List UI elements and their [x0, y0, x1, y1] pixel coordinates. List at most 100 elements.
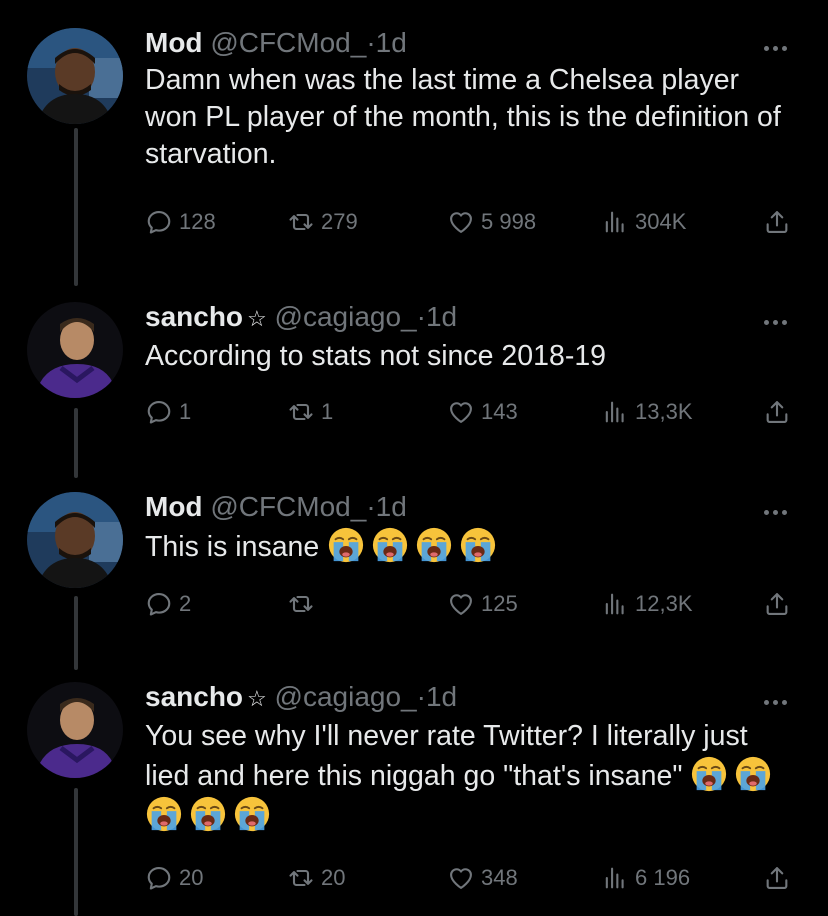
retweet-icon: [287, 208, 315, 236]
reply-count: 1: [179, 399, 192, 424]
like-icon: [447, 864, 475, 892]
reply-icon: [145, 864, 173, 892]
display-name[interactable]: sancho: [145, 681, 243, 712]
tweet-text: This is insane: [145, 531, 320, 563]
separator-dot: ·: [366, 491, 376, 522]
user-handle[interactable]: @CFCMod_: [210, 491, 366, 522]
retweet-button[interactable]: 279: [287, 208, 358, 236]
star-icon: ☆: [247, 686, 267, 711]
like-button[interactable]: 5 998: [447, 208, 536, 236]
tweet-header: sancho ☆ @cagiago_·1d: [145, 300, 788, 336]
user-handle[interactable]: @cagiago_: [275, 301, 417, 332]
retweet-icon: [287, 398, 315, 426]
views-icon: [601, 590, 629, 618]
share-icon: [763, 864, 791, 892]
like-count: 125: [481, 591, 518, 616]
reply-count: 20: [179, 865, 204, 890]
like-count: 348: [481, 865, 518, 890]
share-button[interactable]: [763, 864, 797, 892]
loudly-crying-face-icon: [371, 526, 409, 564]
separator-dot: ·: [416, 681, 426, 712]
avatar[interactable]: [27, 302, 123, 398]
avatar[interactable]: [27, 28, 123, 124]
share-button[interactable]: [763, 590, 797, 618]
tweet-text-container: This is insane: [145, 526, 788, 566]
loudly-crying-face-icon: [734, 755, 772, 793]
timestamp[interactable]: 1d: [376, 491, 407, 522]
like-button[interactable]: 125: [447, 590, 518, 618]
tweet-text-container: You see why I'll never rate Twitter? I l…: [145, 718, 788, 835]
retweet-button[interactable]: [287, 590, 321, 618]
more-icon[interactable]: [764, 38, 794, 51]
display-name[interactable]: Mod: [145, 491, 203, 522]
like-count: 5 998: [481, 209, 537, 234]
share-button[interactable]: [763, 208, 797, 236]
loudly-crying-face-icon: [189, 795, 227, 833]
separator-dot: ·: [366, 27, 376, 58]
tweet-text: You see why I'll never rate Twitter? I l…: [145, 720, 748, 792]
like-icon: [447, 590, 475, 618]
like-icon: [447, 208, 475, 236]
user-handle[interactable]: @CFCMod_: [210, 27, 366, 58]
action-bar: 128 279 5 998 304K: [145, 208, 805, 244]
share-icon: [763, 590, 791, 618]
reply-count: 2: [179, 591, 192, 616]
reply-icon: [145, 208, 173, 236]
retweet-button[interactable]: 20: [287, 864, 345, 892]
like-button[interactable]: 143: [447, 398, 518, 426]
reply-button[interactable]: 128: [145, 208, 216, 236]
star-icon: ☆: [247, 306, 267, 331]
retweet-button[interactable]: 1: [287, 398, 333, 426]
avatar[interactable]: [27, 492, 123, 588]
like-count: 143: [481, 399, 518, 424]
separator-dot: ·: [416, 301, 426, 332]
thread-line: [74, 596, 78, 670]
retweet-count: 1: [321, 399, 334, 424]
retweet-count: 20: [321, 865, 346, 890]
loudly-crying-face-icon: [690, 755, 728, 793]
views-button[interactable]: 304K: [601, 208, 686, 236]
share-icon: [763, 398, 791, 426]
user-handle[interactable]: @cagiago_: [275, 681, 417, 712]
timestamp[interactable]: 1d: [426, 301, 457, 332]
views-button[interactable]: 6 196: [601, 864, 690, 892]
timestamp[interactable]: 1d: [426, 681, 457, 712]
view-count: 6 196: [635, 865, 691, 890]
display-name[interactable]: sancho: [145, 301, 243, 332]
like-icon: [447, 398, 475, 426]
reply-button[interactable]: 1: [145, 398, 191, 426]
retweet-count: 279: [321, 209, 358, 234]
retweet-icon: [287, 590, 315, 618]
reply-button[interactable]: 20: [145, 864, 203, 892]
retweet-icon: [287, 864, 315, 892]
tweet-header: sancho ☆ @cagiago_·1d: [145, 680, 788, 716]
views-icon: [601, 208, 629, 236]
views-button[interactable]: 13,3K: [601, 398, 693, 426]
loudly-crying-face-icon: [327, 526, 365, 564]
loudly-crying-face-icon: [459, 526, 497, 564]
reply-button[interactable]: 2: [145, 590, 191, 618]
more-icon[interactable]: [764, 692, 794, 705]
share-button[interactable]: [763, 398, 797, 426]
thread-line: [74, 408, 78, 478]
avatar[interactable]: [27, 682, 123, 778]
loudly-crying-face-icon: [415, 526, 453, 564]
view-count: 12,3K: [635, 591, 693, 616]
tweet-header: Mod @CFCMod_·1d: [145, 490, 788, 524]
more-icon[interactable]: [764, 502, 794, 515]
views-icon: [601, 398, 629, 426]
thread-line: [74, 788, 78, 916]
tweet-header: Mod @CFCMod_·1d: [145, 26, 788, 60]
timestamp[interactable]: 1d: [376, 27, 407, 58]
views-button[interactable]: 12,3K: [601, 590, 693, 618]
tweet-text: Damn when was the last time a Chelsea pl…: [145, 64, 781, 170]
display-name[interactable]: Mod: [145, 27, 203, 58]
like-button[interactable]: 348: [447, 864, 518, 892]
loudly-crying-face-icon: [233, 795, 271, 833]
view-count: 304K: [635, 209, 687, 234]
action-bar: 2 125 12,3K: [145, 590, 805, 626]
reply-icon: [145, 590, 173, 618]
thread-line: [74, 128, 78, 286]
reply-count: 128: [179, 209, 216, 234]
more-icon[interactable]: [764, 312, 794, 325]
